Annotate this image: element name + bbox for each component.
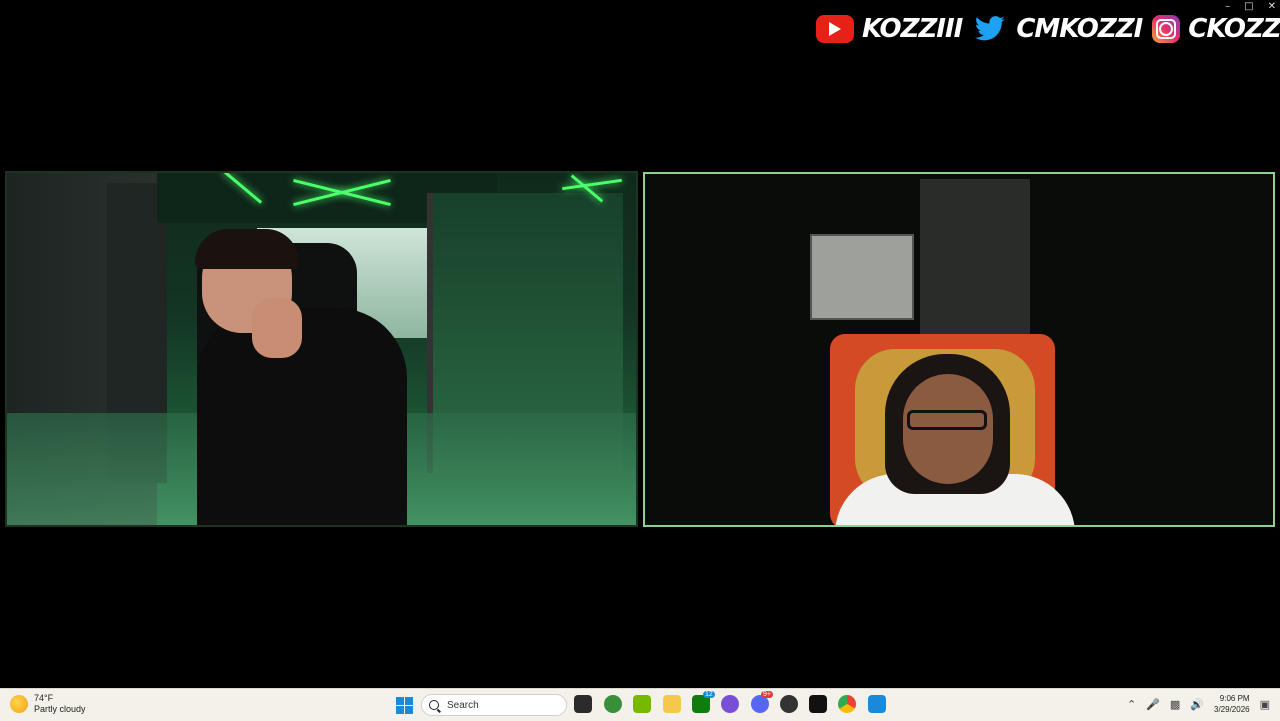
twitter-handle: CMKOZZI: [1016, 14, 1143, 44]
chrome-icon[interactable]: [838, 695, 856, 713]
youtube-icon: [816, 15, 854, 43]
youtube-handle: KOZZIII: [862, 14, 963, 44]
streamer-hand: [252, 298, 302, 358]
chevron-up-icon[interactable]: ⌃: [1127, 698, 1136, 711]
weather-condition: Partly cloudy: [34, 704, 86, 714]
search-placeholder: Search: [447, 699, 479, 711]
discord-badge: 9+: [761, 691, 773, 698]
instagram-handle: CKOZZI: [1188, 14, 1280, 44]
volume-icon[interactable]: 🔊: [1190, 698, 1204, 711]
file-explorer-icon[interactable]: [574, 695, 592, 713]
instagram-icon: [1152, 15, 1181, 43]
folder-icon[interactable]: [663, 695, 681, 713]
notification-icon[interactable]: ▣: [1260, 698, 1270, 711]
streamer-body: [197, 308, 407, 525]
taskbar: 74°F Partly cloudy Search 12 9+ ⌃ 🎤 ▩ 🔊 …: [0, 688, 1280, 721]
search-icon: [429, 700, 439, 710]
obs-icon[interactable]: [780, 695, 798, 713]
epic-games-icon[interactable]: [809, 695, 827, 713]
network-icon[interactable]: ▩: [1170, 698, 1180, 711]
neon-light: [562, 178, 622, 191]
start-button[interactable]: [396, 697, 413, 714]
microphone-icon[interactable]: 🎤: [1146, 698, 1160, 711]
weather-widget[interactable]: 74°F Partly cloudy: [10, 693, 86, 715]
xbox-icon[interactable]: [604, 695, 622, 713]
game-bar-badge: 12: [703, 691, 715, 698]
media-app-icon[interactable]: [721, 695, 739, 713]
taskbar-search[interactable]: Search: [421, 694, 567, 716]
partly-cloudy-icon: [10, 695, 28, 713]
wall-poster: [810, 234, 914, 320]
clock-time: 9:06 PM: [1219, 694, 1250, 703]
wall-art: [920, 179, 1030, 339]
right-webcam-feed: [643, 172, 1275, 527]
windows-logo-icon: [396, 697, 404, 705]
clock[interactable]: 9:06 PM 3/29/2026: [1214, 693, 1250, 715]
streamer-hair: [195, 229, 299, 269]
social-banner: KOZZIII CMKOZZI CKOZZI: [816, 10, 1280, 48]
guest-glasses: [907, 410, 987, 430]
clock-date: 3/29/2026: [1214, 705, 1250, 714]
weather-temp: 74°F: [34, 693, 54, 703]
photos-icon[interactable]: [868, 695, 886, 713]
twitter-icon: [972, 15, 1008, 43]
nvidia-icon[interactable]: [633, 695, 651, 713]
left-webcam-feed: [5, 171, 638, 527]
system-tray: ⌃ 🎤 ▩ 🔊 9:06 PM 3/29/2026 ▣: [1127, 693, 1270, 715]
